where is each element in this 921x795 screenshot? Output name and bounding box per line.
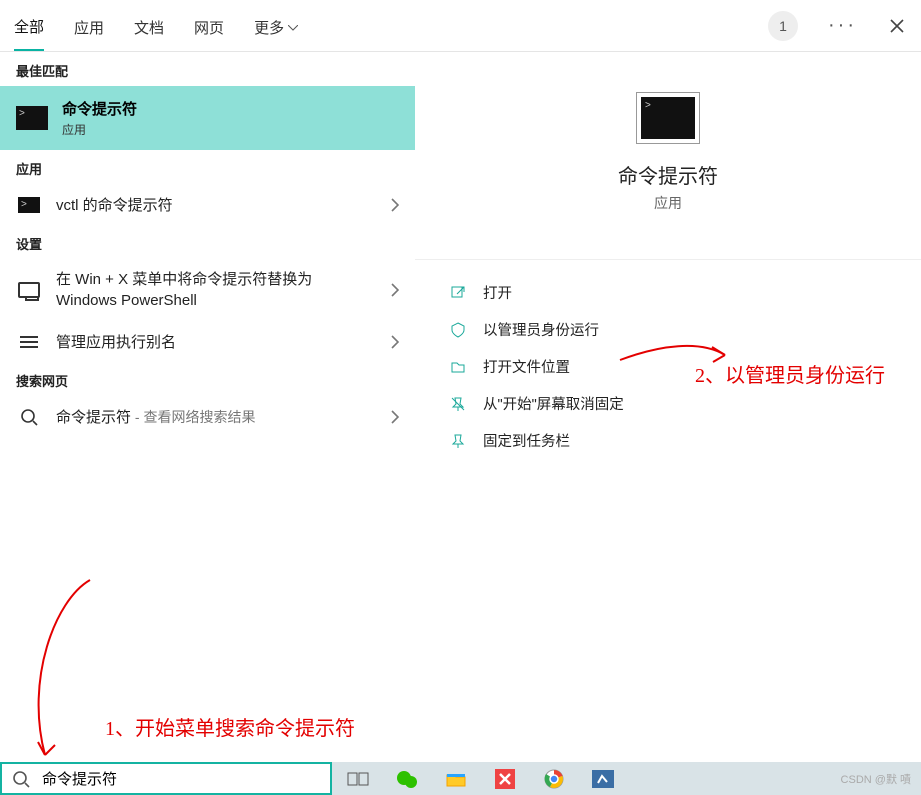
open-icon xyxy=(449,285,467,301)
taskbar-chrome-icon[interactable] xyxy=(542,767,566,791)
preview-actions: 打开 以管理员身份运行 打开文件位置 从"开始"屏幕取消固定 固定到任务栏 xyxy=(415,259,921,459)
section-websearch: 搜索网页 xyxy=(0,362,415,396)
chevron-right-icon xyxy=(391,335,399,349)
pin-icon xyxy=(449,433,467,449)
list-icon xyxy=(20,336,38,348)
taskbar-app-icon[interactable] xyxy=(493,767,517,791)
action-open[interactable]: 打开 xyxy=(415,274,921,311)
chevron-right-icon xyxy=(391,198,399,212)
app-result-label: vctl 的命令提示符 xyxy=(56,194,377,215)
chevron-right-icon xyxy=(391,283,399,297)
search-icon xyxy=(12,770,30,788)
tab-all[interactable]: 全部 xyxy=(14,0,44,51)
section-settings: 设置 xyxy=(0,225,415,259)
shield-icon xyxy=(449,322,467,338)
preview-title: 命令提示符 xyxy=(618,160,718,189)
tab-more-label: 更多 xyxy=(254,17,284,38)
action-label: 打开 xyxy=(483,282,512,303)
section-apps: 应用 xyxy=(0,150,415,184)
more-options-icon[interactable]: ··· xyxy=(828,14,857,37)
preview-panel: 命令提示符 应用 打开 以管理员身份运行 打开文件位置 从"开始"屏幕取消固定 … xyxy=(415,52,921,762)
search-icon xyxy=(16,408,42,426)
setting-label: 管理应用执行别名 xyxy=(56,331,377,352)
preview-subtitle: 应用 xyxy=(654,193,682,213)
action-label: 固定到任务栏 xyxy=(483,430,570,451)
web-result-label: 命令提示符 - 查看网络搜索结果 xyxy=(56,406,377,427)
tab-docs[interactable]: 文档 xyxy=(134,1,164,50)
action-run-as-admin[interactable]: 以管理员身份运行 xyxy=(415,311,921,348)
main-area: 最佳匹配 命令提示符 应用 应用 vctl 的命令提示符 设置 在 Win + … xyxy=(0,52,921,762)
cmd-icon xyxy=(18,197,40,213)
results-counter-badge[interactable]: 1 xyxy=(768,11,798,41)
preview-app-icon xyxy=(636,92,700,144)
section-bestmatch: 最佳匹配 xyxy=(0,52,415,86)
taskbar-taskview-icon[interactable] xyxy=(346,767,370,791)
cmd-icon xyxy=(16,106,48,130)
action-unpin-start[interactable]: 从"开始"屏幕取消固定 xyxy=(415,385,921,422)
monitor-icon xyxy=(18,282,40,298)
web-result-cmd[interactable]: 命令提示符 - 查看网络搜索结果 xyxy=(0,396,415,437)
action-label: 从"开始"屏幕取消固定 xyxy=(483,393,624,414)
best-match-title: 命令提示符 xyxy=(62,98,137,119)
tab-more[interactable]: 更多 xyxy=(254,1,298,50)
app-result-vctl-cmd[interactable]: vctl 的命令提示符 xyxy=(0,184,415,225)
close-icon[interactable] xyxy=(887,16,907,36)
best-match-subtitle: 应用 xyxy=(62,121,137,138)
action-pin-taskbar[interactable]: 固定到任务栏 xyxy=(415,422,921,459)
tab-apps[interactable]: 应用 xyxy=(74,1,104,50)
chevron-right-icon xyxy=(391,410,399,424)
setting-label: 在 Win + X 菜单中将命令提示符替换为 Windows PowerShel… xyxy=(56,269,377,311)
action-label: 以管理员身份运行 xyxy=(483,319,599,340)
best-match-result[interactable]: 命令提示符 应用 xyxy=(0,86,415,150)
unpin-icon xyxy=(449,396,467,412)
setting-winx-powershell[interactable]: 在 Win + X 菜单中将命令提示符替换为 Windows PowerShel… xyxy=(0,259,415,321)
watermark: CSDN @默 嘖 xyxy=(841,771,911,787)
chevron-down-icon xyxy=(288,25,298,31)
action-open-location[interactable]: 打开文件位置 xyxy=(415,348,921,385)
taskbar-app2-icon[interactable] xyxy=(591,767,615,791)
search-box[interactable] xyxy=(0,762,332,795)
search-input[interactable] xyxy=(40,769,320,788)
folder-icon xyxy=(449,359,467,375)
tab-web[interactable]: 网页 xyxy=(194,1,224,50)
taskbar-explorer-icon[interactable] xyxy=(444,767,468,791)
results-panel: 最佳匹配 命令提示符 应用 应用 vctl 的命令提示符 设置 在 Win + … xyxy=(0,52,415,762)
setting-app-alias[interactable]: 管理应用执行别名 xyxy=(0,321,415,362)
top-tab-bar: 全部 应用 文档 网页 更多 1 ··· xyxy=(0,0,921,52)
taskbar-wechat-icon[interactable] xyxy=(395,767,419,791)
action-label: 打开文件位置 xyxy=(483,356,570,377)
